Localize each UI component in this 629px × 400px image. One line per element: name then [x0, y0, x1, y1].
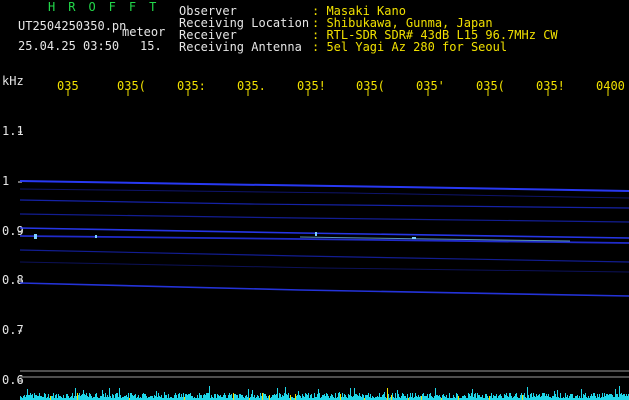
- signal-trace: [19, 261, 629, 273]
- signal-trace: [19, 180, 629, 192]
- noise-floor: [20, 386, 629, 400]
- spectrogram: [18, 90, 629, 400]
- reference-lines: [20, 370, 629, 378]
- y-tick-marks: [18, 131, 22, 382]
- signal-trace: [19, 282, 629, 297]
- signal-trace: [19, 213, 629, 223]
- signal-traces: [19, 180, 629, 297]
- signal-trace: [19, 199, 629, 209]
- signal-trace: [19, 249, 629, 263]
- x-tick-marks: [67, 90, 609, 96]
